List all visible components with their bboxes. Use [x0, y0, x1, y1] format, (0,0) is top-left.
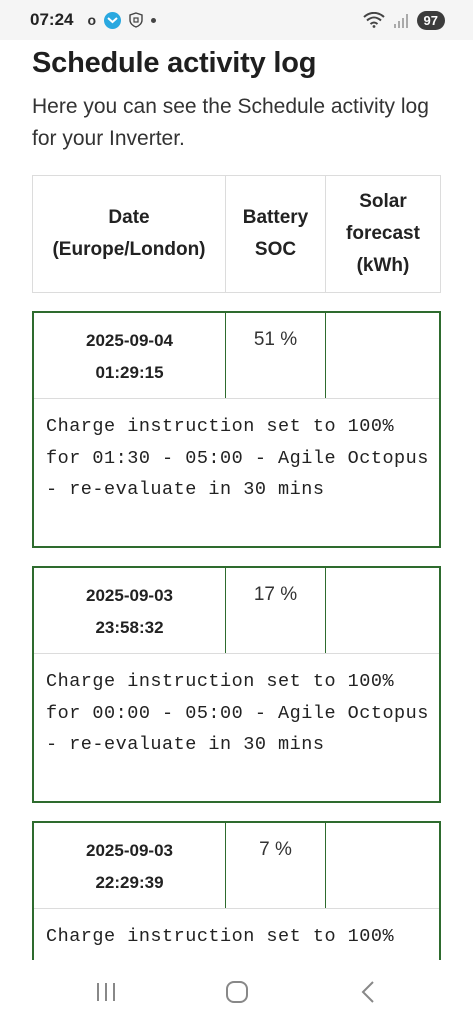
wifi-icon: [362, 12, 385, 28]
more-notifications-dot: [151, 17, 157, 23]
home-button[interactable]: [207, 972, 267, 1012]
page-title: Schedule activity log: [32, 47, 317, 79]
status-bar: 07:24 o 97: [0, 0, 473, 40]
entry-solar-forecast: [326, 568, 439, 653]
header-date: Date (Europe/London): [33, 176, 226, 292]
recents-button[interactable]: [76, 972, 136, 1012]
signal-icon: [393, 13, 408, 28]
battery-indicator: 97: [416, 10, 445, 30]
entry-battery-soc: 17 %: [226, 568, 326, 653]
notification-o-icon: o: [87, 12, 97, 28]
back-button[interactable]: [338, 972, 398, 1012]
app-notification-icon: [104, 11, 122, 29]
back-icon: [361, 981, 374, 1003]
recents-icon: [96, 983, 115, 1001]
entry-solar-forecast: [326, 823, 439, 908]
home-icon: [225, 981, 248, 1003]
log-entry: 2025-09-04 01:29:15 51 % Charge instructi…: [32, 311, 441, 548]
entry-date: 2025-09-03 23:58:32: [34, 568, 226, 653]
status-time: 07:24: [30, 10, 74, 29]
header-solar-forecast: Solar forecast (kWh): [346, 191, 420, 276]
page-content: Schedule activity log Here you can see t…: [0, 40, 473, 960]
entry-battery-soc: 51 %: [226, 313, 326, 398]
entry-date: 2025-09-04 01:29:15: [34, 313, 226, 398]
navigation-bar: [0, 960, 473, 1024]
table-header: Date (Europe/London) Battery SOC Solar fore…: [32, 175, 441, 293]
entry-message: Charge instruction set to 100% for 00:00…: [46, 671, 429, 755]
header-battery-soc: Battery SOC: [226, 176, 326, 292]
page-description: Here you can see the Schedule activity l…: [32, 95, 429, 150]
entry-message: Charge instruction set to 100% for 01:30…: [46, 416, 429, 500]
shield-icon: [129, 12, 143, 28]
entry-message: Charge instruction set to 100%: [46, 926, 395, 947]
log-entry: 2025-09-03 22:29:39 7 % Charge instructio…: [32, 821, 441, 960]
entry-battery-soc: 7 %: [226, 823, 326, 908]
entry-date: 2025-09-03 22:29:39: [34, 823, 226, 908]
log-entry: 2025-09-03 23:58:32 17 % Charge instructi…: [32, 566, 441, 803]
entry-solar-forecast: [326, 313, 439, 398]
